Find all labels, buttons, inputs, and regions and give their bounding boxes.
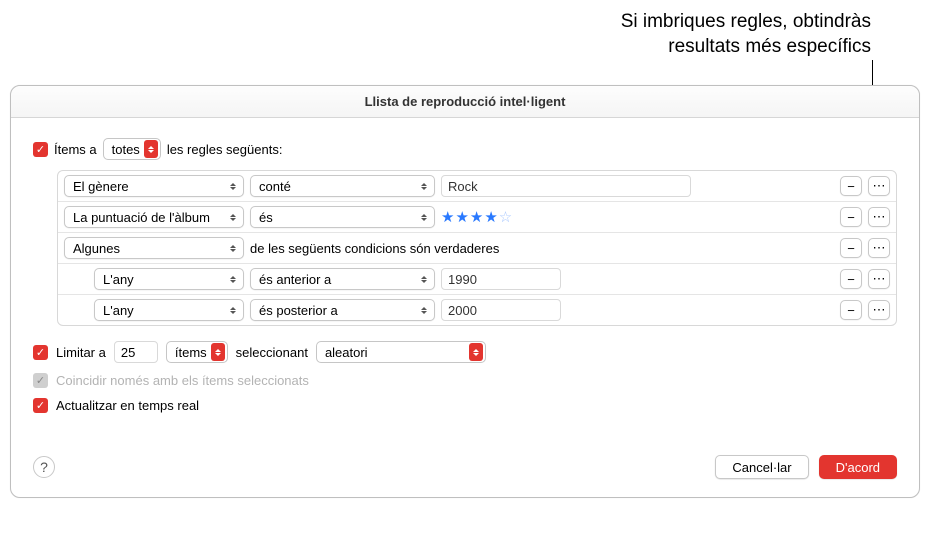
rule-field-select[interactable]: El gènere — [64, 175, 244, 197]
stepper-icon — [144, 140, 158, 158]
rule-row: L'any és anterior a 1990 −⋯ — [58, 264, 896, 295]
match-mode-value: totes — [112, 142, 140, 157]
limit-checkbox[interactable]: ✓ — [33, 345, 48, 360]
rule-row: La puntuació de l'àlbum és ★★★★☆ −⋯ — [58, 202, 896, 233]
rule-op-select[interactable]: conté — [250, 175, 435, 197]
limit-count-input[interactable]: 25 — [114, 341, 158, 363]
limit-unit-select[interactable]: ítems — [166, 341, 228, 363]
rule-more-button[interactable]: ⋯ — [868, 176, 890, 196]
match-row: ✓ Ítems a totes les regles següents: — [33, 138, 897, 160]
rule-field-select[interactable]: L'any — [94, 299, 244, 321]
stepper-icon — [211, 343, 225, 361]
remove-rule-button[interactable]: − — [840, 238, 862, 258]
dialog-footer: ? Cancel·lar D'acord — [11, 441, 919, 497]
rule-value-input[interactable]: Rock — [441, 175, 691, 197]
match-checkbox[interactable]: ✓ — [33, 142, 48, 157]
remove-rule-button[interactable]: − — [840, 176, 862, 196]
smart-playlist-dialog: Llista de reproducció intel·ligent ✓ Íte… — [10, 85, 920, 498]
rule-more-button[interactable]: ⋯ — [868, 269, 890, 289]
limit-row: ✓ Limitar a 25 ítems seleccionant aleato… — [33, 341, 897, 363]
rule-op-select[interactable]: és — [250, 206, 435, 228]
annotation-text: Si imbriques regles, obtindràs resultats… — [621, 10, 871, 59]
dialog-title: Llista de reproducció intel·ligent — [11, 86, 919, 118]
match-checked-row: ✓ Coincidir només amb els ítems seleccio… — [33, 373, 897, 388]
rule-field-select[interactable]: Algunes — [64, 237, 244, 259]
rule-field-select[interactable]: L'any — [94, 268, 244, 290]
remove-rule-button[interactable]: − — [840, 269, 862, 289]
match-checked-checkbox: ✓ — [33, 373, 48, 388]
limit-selecting-label: seleccionant — [236, 345, 308, 360]
rule-row: L'any és posterior a 2000 −⋯ — [58, 295, 896, 325]
rule-op-select[interactable]: és posterior a — [250, 299, 435, 321]
dialog-content: ✓ Ítems a totes les regles següents: El … — [11, 118, 919, 441]
rule-group-text: de les següents condicions són verdadere… — [250, 241, 499, 256]
limit-label: Limitar a — [56, 345, 106, 360]
rules-container: El gènerecontéRock−⋯La puntuació de l'àl… — [57, 170, 897, 326]
rating-stars[interactable]: ★★★★☆ — [441, 208, 513, 226]
rule-more-button[interactable]: ⋯ — [868, 207, 890, 227]
rule-more-button[interactable]: ⋯ — [868, 300, 890, 320]
rule-more-button[interactable]: ⋯ — [868, 238, 890, 258]
live-update-row: ✓ Actualitzar en temps real — [33, 398, 897, 413]
match-prefix: Ítems a — [54, 142, 97, 157]
rule-op-select[interactable]: és anterior a — [250, 268, 435, 290]
remove-rule-button[interactable]: − — [840, 207, 862, 227]
match-checked-label: Coincidir només amb els ítems selecciona… — [56, 373, 309, 388]
cancel-button[interactable]: Cancel·lar — [715, 455, 808, 479]
annotation-line1: Si imbriques regles, obtindràs — [621, 10, 871, 35]
rule-row: El gènere conté Rock −⋯ — [58, 171, 896, 202]
rule-row: Algunes de les següents condicions són ve… — [58, 233, 896, 264]
match-suffix: les regles següents: — [167, 142, 283, 157]
rule-field-select[interactable]: La puntuació de l'àlbum — [64, 206, 244, 228]
rule-value-input[interactable]: 1990 — [441, 268, 561, 290]
live-update-checkbox[interactable]: ✓ — [33, 398, 48, 413]
remove-rule-button[interactable]: − — [840, 300, 862, 320]
rule-value-input[interactable]: 2000 — [441, 299, 561, 321]
live-update-label: Actualitzar en temps real — [56, 398, 199, 413]
match-mode-select[interactable]: totes — [103, 138, 161, 160]
limit-method-select[interactable]: aleatori — [316, 341, 486, 363]
stepper-icon — [469, 343, 483, 361]
annotation-line2: resultats més específics — [621, 35, 871, 60]
ok-button[interactable]: D'acord — [819, 455, 897, 479]
help-button[interactable]: ? — [33, 456, 55, 478]
